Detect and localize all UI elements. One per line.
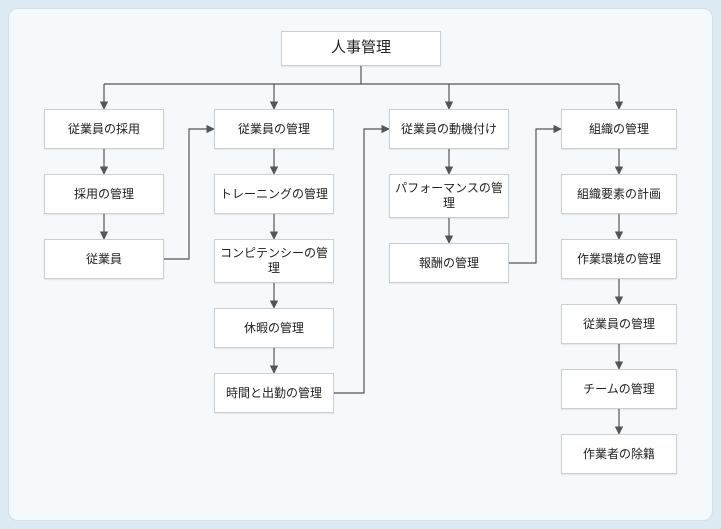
node-competency: コンピテンシーの管理 <box>214 239 334 283</box>
node-performance: パフォーマンスの管理 <box>389 174 509 218</box>
node-compensation: 報酬の管理 <box>389 243 509 283</box>
node-training: トレーニングの管理 <box>214 174 334 214</box>
node-org-plan: 組織要素の計画 <box>561 174 677 214</box>
node-work-env: 作業環境の管理 <box>561 239 677 279</box>
node-motivation: 従業員の動機付け <box>389 109 509 149</box>
node-team-mgmt: チームの管理 <box>561 369 677 409</box>
node-emp-mgmt-2: 従業員の管理 <box>561 304 677 344</box>
diagram-frame: 人事管理 従業員の採用 採用の管理 従業員 従業員の管理 トレーニングの管理 コ… <box>8 8 713 521</box>
node-employee: 従業員 <box>44 239 164 279</box>
node-hiring-mgmt: 採用の管理 <box>44 174 164 214</box>
node-leave: 休暇の管理 <box>214 308 334 348</box>
node-org-mgmt: 組織の管理 <box>561 109 677 149</box>
node-root: 人事管理 <box>281 31 441 66</box>
node-time-attendance: 時間と出勤の管理 <box>214 373 334 413</box>
node-emp-mgmt: 従業員の管理 <box>214 109 334 149</box>
node-hiring: 従業員の採用 <box>44 109 164 149</box>
node-removal: 作業者の除籍 <box>561 434 677 474</box>
